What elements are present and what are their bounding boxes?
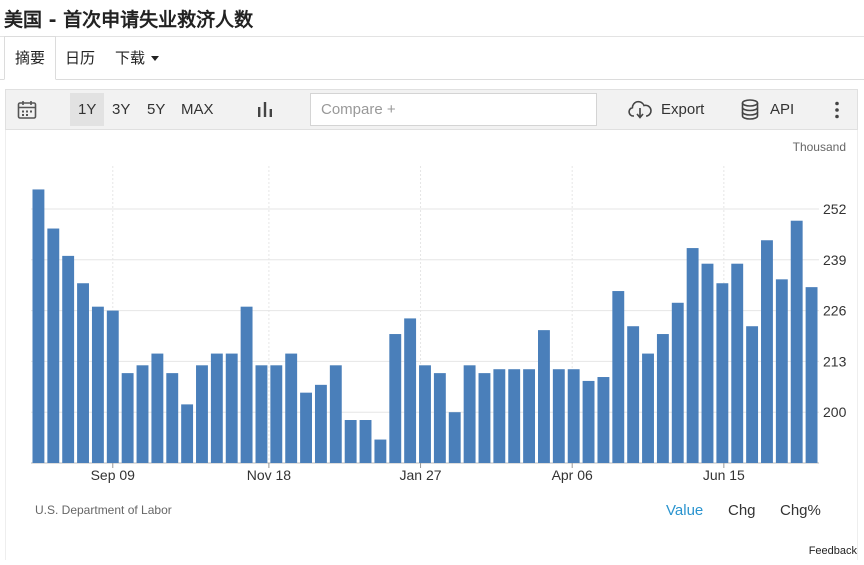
bar[interactable]	[62, 255, 75, 463]
bar[interactable]	[255, 365, 268, 463]
tab-summary[interactable]: 摘要	[4, 36, 57, 80]
export-label: Export	[661, 101, 705, 118]
x-tick-label: Sep 09	[91, 467, 136, 483]
x-tick-label: Nov 18	[247, 467, 292, 483]
bar[interactable]	[121, 373, 134, 463]
bar[interactable]	[731, 263, 744, 463]
bar[interactable]	[77, 283, 89, 463]
range-max-button[interactable]: MAX	[173, 93, 222, 126]
compare-input[interactable]	[310, 93, 597, 126]
tab-download-label: 下载	[115, 49, 146, 67]
chgpct-button[interactable]: Chg%	[780, 502, 821, 519]
bar[interactable]	[746, 326, 759, 463]
y-tick-label: 252	[823, 201, 847, 217]
bar[interactable]	[642, 353, 654, 463]
bar[interactable]	[701, 263, 714, 463]
page-title: 美国 - 首次申请失业救济人数	[4, 9, 254, 31]
bar[interactable]	[448, 412, 461, 463]
chg-button[interactable]: Chg	[728, 502, 756, 519]
bar[interactable]	[775, 279, 788, 463]
value-button[interactable]: Value	[666, 502, 703, 519]
bar[interactable]	[419, 365, 431, 463]
x-tick-label: Apr 06	[552, 467, 593, 483]
bar[interactable]	[151, 353, 164, 463]
tab-bar: 摘要 日历 下载	[0, 36, 864, 80]
chart-toolbar: 1Y 3Y 5Y MAX Export API	[5, 89, 858, 130]
bar[interactable]	[463, 365, 476, 463]
bar[interactable]	[686, 248, 699, 463]
chart-area: 200 213 226 239 252 Sep 09 Nov 18 Jan 27 Apr 06 J…	[5, 130, 858, 560]
bar[interactable]	[656, 334, 669, 463]
bar[interactable]	[270, 365, 283, 463]
y-unit-label: Thousand	[793, 140, 846, 154]
bar[interactable]	[181, 404, 194, 463]
bar[interactable]	[567, 369, 580, 463]
bar[interactable]	[716, 283, 729, 463]
x-tick-label: Jun 15	[703, 467, 745, 483]
bar-chart-icon[interactable]	[257, 101, 273, 118]
bar[interactable]	[627, 326, 640, 463]
bar[interactable]	[508, 369, 521, 463]
x-tick-label: Jan 27	[400, 467, 442, 483]
bar[interactable]	[136, 365, 149, 463]
bar[interactable]	[285, 353, 298, 463]
tab-calendar[interactable]: 日历	[65, 37, 95, 80]
y-tick-label: 200	[823, 404, 847, 420]
bar[interactable]	[389, 334, 402, 463]
tab-download[interactable]: 下载	[115, 37, 160, 80]
bar[interactable]	[433, 373, 446, 463]
range-1y-button[interactable]: 1Y	[70, 93, 105, 126]
y-tick-label: 239	[823, 252, 847, 268]
bar[interactable]	[612, 291, 625, 463]
api-label: API	[770, 101, 795, 118]
bar[interactable]	[523, 369, 536, 463]
bar[interactable]	[493, 369, 506, 463]
bar[interactable]	[582, 380, 595, 463]
y-tick-label: 213	[823, 353, 847, 369]
bar[interactable]	[91, 306, 104, 463]
caret-down-icon	[151, 56, 160, 61]
bar[interactable]	[761, 240, 773, 463]
range-3y-button[interactable]: 3Y	[104, 93, 138, 126]
bar[interactable]	[106, 310, 119, 463]
bar[interactable]	[300, 392, 312, 463]
bar[interactable]	[225, 353, 238, 463]
bar[interactable]	[790, 220, 803, 463]
feedback-link[interactable]: Feedback	[809, 545, 857, 557]
bar[interactable]	[374, 439, 387, 463]
bar[interactable]	[344, 420, 357, 463]
bar[interactable]	[210, 353, 223, 463]
bar[interactable]	[47, 228, 60, 463]
bar[interactable]	[196, 365, 208, 463]
range-5y-button[interactable]: 5Y	[139, 93, 173, 126]
bar[interactable]	[240, 306, 253, 463]
calendar-icon[interactable]	[17, 100, 37, 120]
database-icon	[741, 99, 759, 120]
bar[interactable]	[805, 287, 818, 463]
bar[interactable]	[404, 318, 417, 463]
bar[interactable]	[329, 365, 342, 463]
cloud-download-icon	[628, 100, 652, 119]
bar[interactable]	[671, 302, 684, 463]
more-vertical-icon[interactable]	[834, 101, 840, 119]
bar[interactable]	[359, 420, 372, 463]
y-tick-label: 226	[823, 303, 847, 319]
bar[interactable]	[166, 373, 179, 463]
bar[interactable]	[552, 369, 565, 463]
bar[interactable]	[597, 377, 610, 463]
bar[interactable]	[32, 189, 45, 463]
bar[interactable]	[538, 330, 550, 463]
bar[interactable]	[478, 373, 491, 463]
bar-chart: 200 213 226 239 252 Sep 09 Nov 18 Jan 27 Apr 06 J…	[31, 140, 847, 483]
source-label: U.S. Department of Labor	[35, 503, 172, 517]
bar[interactable]	[314, 384, 327, 463]
